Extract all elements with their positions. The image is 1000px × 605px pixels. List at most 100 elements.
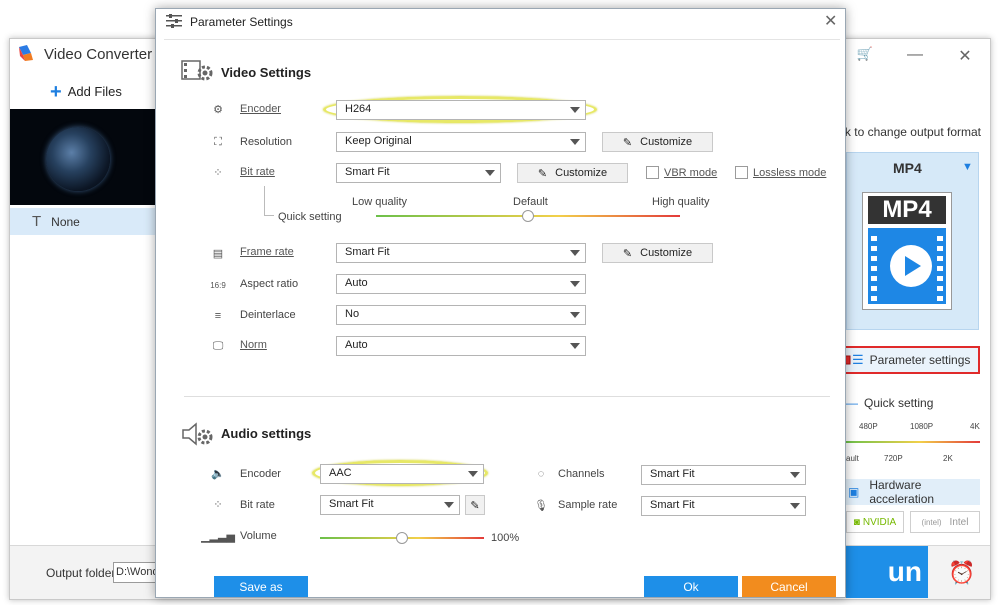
chevron-down-icon — [444, 502, 454, 508]
scale-2k: 2K — [943, 454, 953, 463]
quality-slider-knob[interactable] — [522, 210, 534, 222]
norm-label[interactable]: Norm — [240, 339, 267, 351]
intel-icon: (intel) — [921, 517, 942, 527]
aspect-ratio-label: Aspect ratio — [240, 278, 299, 290]
close-icon[interactable]: ✕ — [824, 11, 837, 31]
frame-rate-label[interactable]: Frame rate — [240, 246, 294, 258]
play-icon — [890, 245, 932, 287]
video-encoder-label[interactable]: Encoder — [240, 103, 281, 115]
lossless-mode-label[interactable]: Lossless mode — [753, 167, 826, 179]
volume-bars-icon: ▁▂▃▅ — [201, 530, 235, 543]
chip-icon: ▣ — [848, 485, 860, 499]
bullet-icon: — — [846, 396, 858, 410]
lossless-mode-checkbox[interactable] — [735, 166, 748, 179]
video-bitrate-label[interactable]: Bit rate — [240, 166, 275, 178]
nvidia-label: NVIDIA — [862, 516, 897, 528]
add-files-label: Add Files — [67, 84, 122, 99]
video-thumbnail[interactable] — [10, 109, 156, 205]
cancel-button[interactable]: Cancel — [742, 576, 836, 597]
sample-rate-label: Sample rate — [558, 499, 618, 511]
volume-value: 100% — [491, 532, 520, 544]
format-dropdown-icon[interactable]: ▼ — [962, 161, 973, 173]
output-folder-label: Output folder: — [46, 566, 119, 580]
audio-encoder-value: AAC — [329, 467, 352, 479]
ok-button[interactable]: Ok — [644, 576, 738, 597]
bitrate-customize-button[interactable]: ✎ Customize — [517, 163, 628, 183]
pencil-icon: ✎ — [470, 499, 480, 512]
vbr-mode-checkbox[interactable] — [646, 166, 659, 179]
save-as-button[interactable]: Save as — [214, 576, 308, 597]
minimize-icon[interactable]: — — [900, 46, 930, 66]
add-files-button[interactable]: + Add Files — [50, 82, 122, 102]
hardware-acceleration-label: Hardware acceleration — [869, 478, 935, 506]
video-encoder-select[interactable]: H264 — [336, 100, 586, 120]
resolution-scale[interactable]: 480P 1080P 4K ault 720P 2K — [846, 420, 980, 470]
audio-encoder-label: Encoder — [240, 468, 281, 480]
norm-select[interactable]: Auto — [336, 336, 586, 356]
norm-value: Auto — [345, 339, 368, 351]
scale-1080p: 1080P — [910, 422, 934, 431]
deinterlace-label: Deinterlace — [240, 309, 296, 321]
resolution-customize-button[interactable]: ✎ Customize — [602, 132, 713, 152]
app-title: Video Converter — [44, 46, 153, 63]
speaker-icon: 🔈 — [211, 467, 225, 480]
video-bitrate-select[interactable]: Smart Fit — [336, 163, 501, 183]
subtitle-value: None — [51, 214, 80, 229]
pencil-icon: ✎ — [622, 247, 633, 260]
audio-bitrate-select[interactable]: Smart Fit — [320, 495, 460, 515]
run-button[interactable]: un — [846, 546, 928, 598]
hardware-acceleration-row[interactable]: ▣ Hardware acceleration — [840, 478, 980, 506]
output-folder-field[interactable]: D:\Wonde — [113, 562, 161, 583]
alarm-clock-icon[interactable]: ⏰ — [948, 560, 975, 586]
audio-settings-heading: Audio settings — [221, 426, 312, 441]
mp4-format-icon[interactable]: MP4 — [862, 192, 952, 310]
vbr-mode-label[interactable]: VBR mode — [664, 167, 717, 179]
customize-label: Customize — [640, 247, 693, 259]
intel-button[interactable]: (intel) Intel — [910, 511, 980, 533]
film-icon — [868, 228, 946, 304]
cart-icon[interactable]: 🛒 — [850, 46, 880, 66]
volume-slider-knob[interactable] — [396, 532, 408, 544]
deinterlace-select[interactable]: No — [336, 305, 586, 325]
channels-label: Channels — [558, 468, 605, 480]
deinterlace-icon: ≡ — [214, 310, 222, 322]
settings-sliders-icon: ☰ — [852, 352, 864, 367]
quick-setting-label: Quick setting — [864, 396, 934, 410]
monitor-icon: 🖵 — [212, 339, 224, 352]
aspect-ratio-select[interactable]: Auto — [336, 274, 586, 294]
subtitle-row[interactable]: T None — [10, 208, 156, 235]
channels-select[interactable]: Smart Fit — [641, 465, 806, 485]
scale-4k: 4K — [970, 422, 980, 431]
resolution-select[interactable]: Keep Original — [336, 132, 586, 152]
nvidia-icon: ◙ — [853, 516, 860, 528]
dialog-title: Parameter Settings — [190, 15, 293, 29]
scale-default: ault — [846, 454, 859, 463]
chevron-down-icon — [570, 250, 580, 256]
chevron-down-icon — [468, 471, 478, 477]
nvidia-button[interactable]: ◙ NVIDIA — [846, 511, 904, 533]
frame-rate-customize-button[interactable]: ✎ Customize — [602, 243, 713, 263]
resolution-label: Resolution — [240, 136, 292, 148]
sample-rate-select[interactable]: Smart Fit — [641, 496, 806, 516]
chevron-down-icon — [790, 472, 800, 478]
format-hint: Click to change output format: — [846, 125, 981, 139]
video-encoder-value: H264 — [345, 103, 372, 115]
video-bitrate-value: Smart Fit — [345, 166, 390, 178]
section-divider — [184, 396, 830, 397]
bitrate-icon: ⁘ — [213, 166, 223, 179]
audio-bitrate-edit-button[interactable]: ✎ — [465, 495, 485, 515]
app-logo-icon — [19, 45, 33, 61]
audio-bitrate-value: Smart Fit — [329, 498, 374, 510]
customize-label: Customize — [555, 167, 608, 179]
frame-rate-select[interactable]: Smart Fit — [336, 243, 586, 263]
audio-bitrate-label: Bit rate — [240, 499, 275, 511]
encoder-gear-icon: ⚙ — [213, 103, 223, 116]
parameter-settings-button[interactable]: ☰ Parameter settings — [844, 346, 980, 374]
parameter-settings-label: Parameter settings — [869, 353, 971, 367]
scale-720p: 720P — [884, 454, 903, 463]
text-icon: T — [32, 213, 42, 230]
close-window-icon[interactable]: ✕ — [950, 46, 980, 66]
audio-encoder-select[interactable]: AAC — [320, 464, 484, 484]
quick-setting-label: Quick setting — [278, 211, 342, 223]
earth-image — [46, 127, 110, 191]
